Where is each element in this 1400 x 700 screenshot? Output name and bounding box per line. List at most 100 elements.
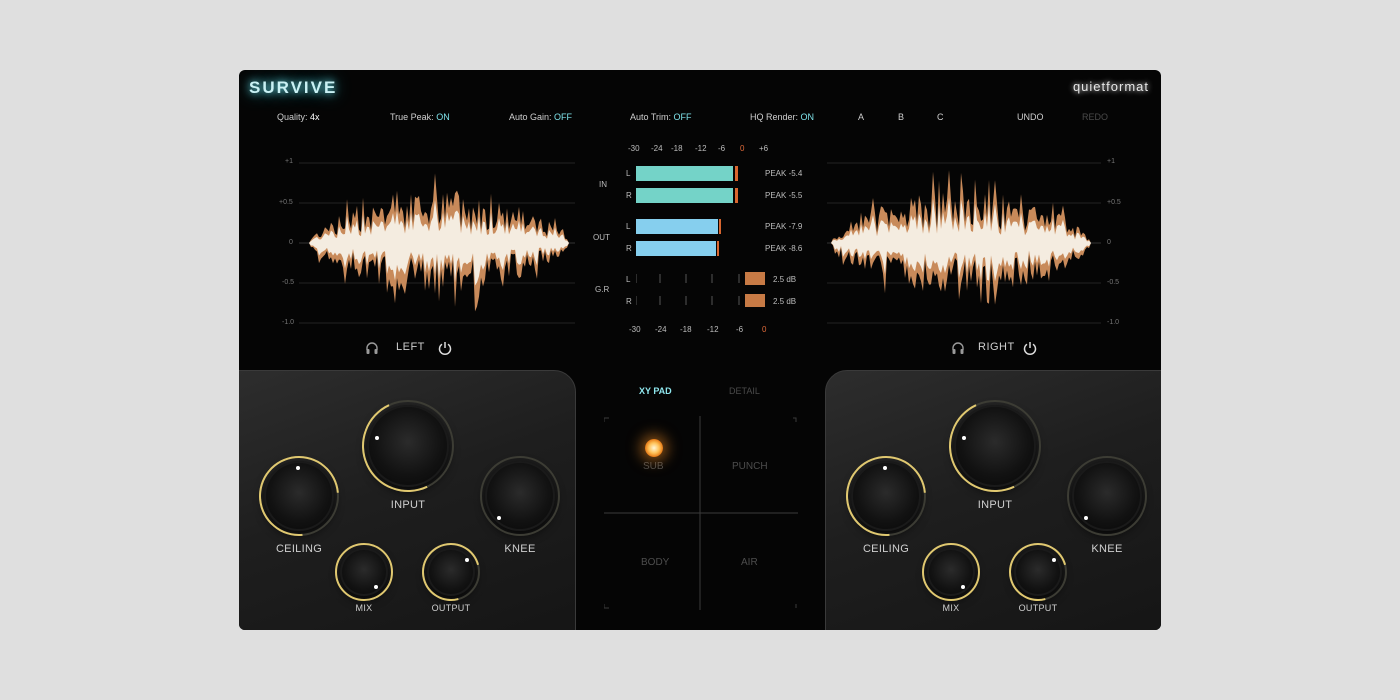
redo-button[interactable]: REDO (1082, 112, 1108, 122)
knob-value-arc (922, 543, 980, 601)
knob-indicator (375, 436, 379, 440)
hq-render-toggle[interactable]: HQ Render: ON (750, 112, 814, 122)
channel-l-label: L (626, 169, 631, 178)
channel-r-label: R (626, 297, 632, 306)
input-knob[interactable] (349, 387, 467, 505)
meter-scale-tick: -6 (736, 325, 744, 334)
input-knob-label: INPUT (977, 499, 1013, 511)
auto-trim-toggle[interactable]: Auto Trim: OFF (630, 112, 692, 122)
right-waveform-display: +1 +0.5 0 -0.5 -1.0 (821, 155, 1161, 335)
in-l-meter-bar (636, 166, 733, 181)
knee-knob[interactable] (480, 456, 560, 536)
hq-render-label: HQ Render: (750, 112, 799, 122)
wf-scale-label: -1.0 (282, 319, 295, 326)
wf-scale-label: 0 (1107, 239, 1111, 246)
out-r-meter-bar (636, 241, 716, 256)
xy-label-sub: SUB (643, 461, 664, 472)
output-knob[interactable] (998, 532, 1078, 612)
gr-r-bar (745, 294, 765, 307)
brand-logo: quietformat (1072, 79, 1149, 94)
out-l-meter-bar (636, 219, 718, 234)
input-knob-label: INPUT (390, 499, 426, 511)
channel-l-label: L (626, 222, 631, 231)
meter-scale-tick: -12 (707, 325, 719, 334)
power-icon (1023, 342, 1037, 355)
meter-scale-tick: -24 (651, 144, 663, 153)
wf-scale-label: -0.5 (1107, 279, 1120, 286)
out-r-peak-hold (717, 241, 719, 256)
left-headphones-button[interactable] (364, 340, 380, 361)
wf-scale-label: +0.5 (1107, 199, 1121, 206)
gr-tick-row (636, 274, 740, 305)
knob-indicator (883, 466, 887, 470)
tab-xy-pad[interactable]: XY PAD (639, 386, 672, 396)
mix-knob[interactable] (922, 543, 980, 601)
output-knob[interactable] (411, 532, 491, 612)
xy-label-punch: PUNCH (732, 461, 768, 472)
wf-scale-label: -1.0 (1107, 319, 1120, 326)
in-label: IN (599, 180, 607, 189)
channel-r-label: R (626, 191, 632, 200)
knob-indicator (1052, 558, 1056, 562)
wf-scale-label: +1 (285, 158, 293, 165)
quality-setting[interactable]: Quality: 4x (277, 112, 320, 122)
mix-knob[interactable] (335, 543, 393, 601)
knob-indicator (374, 585, 378, 589)
auto-gain-label: Auto Gain: (509, 112, 552, 122)
knob-indicator (465, 558, 469, 562)
xy-pad-handle[interactable] (645, 439, 663, 457)
output-knob-label: OUTPUT (431, 603, 471, 613)
right-power-button[interactable] (1022, 340, 1038, 361)
knob-indicator (961, 585, 965, 589)
auto-gain-value: OFF (554, 112, 573, 122)
gr-l-bar (745, 272, 765, 285)
meter-scale-tick: -12 (695, 144, 707, 153)
meter-scale-tick: +6 (759, 144, 769, 153)
knee-knob-label: KNEE (1091, 543, 1123, 555)
meter-scale-tick: 0 (740, 144, 745, 153)
input-knob[interactable] (936, 387, 1054, 505)
knob-indicator (1084, 516, 1088, 520)
knee-knob[interactable] (1067, 456, 1147, 536)
headphones-icon (366, 342, 378, 354)
channel-r-label: R (626, 244, 632, 253)
preset-b-button[interactable]: B (898, 112, 904, 122)
meter-scale-tick: -30 (628, 144, 640, 153)
ceiling-knob[interactable] (242, 439, 356, 553)
auto-trim-value: OFF (673, 112, 692, 122)
knob-indicator (497, 516, 501, 520)
right-headphones-button[interactable] (950, 340, 966, 361)
preset-a-button[interactable]: A (858, 112, 864, 122)
meter-scale-tick: 0 (762, 325, 767, 334)
knob-value-arc (829, 439, 943, 553)
app-logo: SURVIVE (249, 78, 338, 97)
in-l-peak-hold (735, 166, 738, 181)
xy-pad[interactable]: SUB PUNCH BODY AIR (604, 416, 798, 610)
left-power-button[interactable] (437, 340, 453, 361)
channel-l-label: L (626, 275, 631, 284)
ceiling-knob[interactable] (829, 439, 943, 553)
knob-track (480, 456, 560, 536)
auto-gain-toggle[interactable]: Auto Gain: OFF (509, 112, 572, 122)
xy-pad-grid (604, 416, 798, 610)
left-channel-label: LEFT (396, 341, 425, 353)
gr-l-readout: 2.5 dB (773, 275, 797, 284)
tab-detail[interactable]: DETAIL (729, 386, 760, 396)
quality-value: 4x (310, 112, 320, 122)
in-r-peak-hold (735, 188, 738, 203)
true-peak-toggle[interactable]: True Peak: ON (390, 112, 450, 122)
undo-button[interactable]: UNDO (1017, 112, 1044, 122)
wf-scale-label: -0.5 (282, 279, 295, 286)
meter-scale-tick: -18 (680, 325, 692, 334)
hq-render-value: ON (800, 112, 815, 122)
out-r-peak-readout: PEAK -8.6 (765, 244, 803, 253)
knob-value-arc (936, 387, 1054, 505)
mix-knob-label: MIX (942, 603, 960, 613)
left-waveform-display: +1 +0.5 0 -0.5 -1.0 (239, 155, 579, 335)
headphones-icon (952, 342, 964, 354)
quality-label: Quality: (277, 112, 308, 122)
out-label: OUT (593, 233, 610, 242)
preset-c-button[interactable]: C (937, 112, 944, 122)
right-knob-panel: INPUT CEILING KNEE MIX OUTPUT (825, 370, 1161, 630)
knob-value-arc (242, 439, 356, 553)
